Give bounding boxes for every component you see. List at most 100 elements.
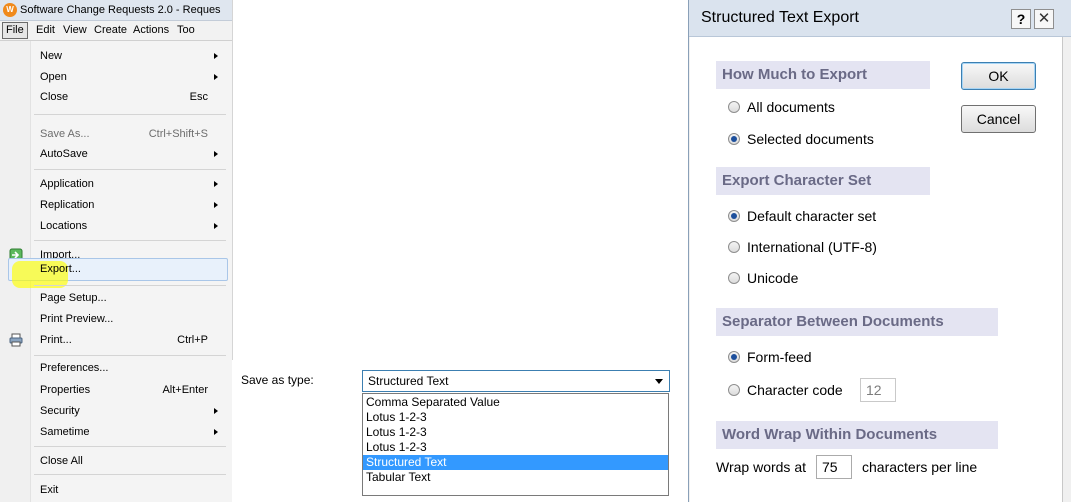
- chevron-down-icon[interactable]: [655, 379, 663, 384]
- dialog-body: How Much to Export All documents Selecte…: [690, 37, 1063, 502]
- menu-tools[interactable]: Too: [174, 21, 198, 40]
- section-export-character-set: Export Character Set: [716, 167, 930, 195]
- menu-item-close-all[interactable]: Close All: [0, 452, 228, 470]
- save-as-type-panel: Save as type: Structured Text Comma Sepa…: [232, 360, 678, 502]
- option-lotus-123[interactable]: Lotus 1-2-3: [363, 410, 668, 425]
- menu-item-properties[interactable]: Properties Alt+Enter: [0, 381, 228, 399]
- menu-item-close[interactable]: Close Esc: [0, 88, 228, 106]
- character-code-input[interactable]: 12: [860, 378, 896, 402]
- menu-item-page-setup[interactable]: Page Setup...: [0, 289, 228, 307]
- menu-item-new[interactable]: New: [0, 47, 228, 65]
- menu-item-label: Replication: [40, 199, 95, 211]
- menu-item-print-preview[interactable]: Print Preview...: [0, 310, 228, 328]
- radio-label: Unicode: [747, 270, 799, 286]
- menu-item-shortcut: Ctrl+Shift+S: [148, 128, 208, 140]
- radio-circle[interactable]: [728, 101, 740, 113]
- menu-create[interactable]: Create: [91, 21, 130, 40]
- option-comma-separated-value[interactable]: Comma Separated Value: [363, 395, 668, 410]
- section-word-wrap: Word Wrap Within Documents: [716, 421, 998, 449]
- menu-separator: [34, 446, 226, 447]
- menu-item-application[interactable]: Application: [0, 175, 228, 193]
- menu-view[interactable]: View: [60, 21, 90, 40]
- submenu-arrow-icon: [214, 53, 218, 59]
- menu-separator: [34, 114, 226, 115]
- notes-app-window: W Software Change Requests 2.0 - Reques …: [0, 0, 233, 502]
- menu-item-label: Print...: [40, 334, 72, 346]
- radio-label: International (UTF-8): [747, 239, 877, 255]
- menu-item-shortcut: Alt+Enter: [162, 384, 208, 396]
- submenu-arrow-icon: [214, 429, 218, 435]
- radio-circle[interactable]: [728, 351, 740, 363]
- menu-actions[interactable]: Actions: [130, 21, 172, 40]
- menu-separator: [34, 169, 226, 170]
- menu-item-label: Close: [40, 91, 69, 103]
- close-icon[interactable]: ✕: [1034, 9, 1054, 29]
- menu-item-label: Page Setup...: [40, 292, 107, 304]
- menu-item-exit[interactable]: Exit: [0, 481, 228, 499]
- help-button[interactable]: ?: [1011, 9, 1031, 29]
- save-as-type-options-list: Comma Separated Value Lotus 1-2-3 Lotus …: [362, 393, 669, 496]
- save-as-type-label: Save as type:: [241, 373, 314, 387]
- menu-file[interactable]: File: [2, 22, 28, 39]
- option-tabular-text[interactable]: Tabular Text: [363, 470, 668, 485]
- menu-item-open[interactable]: Open: [0, 68, 228, 86]
- radio-circle[interactable]: [728, 272, 740, 284]
- title-bar: W Software Change Requests 2.0 - Reques: [0, 0, 232, 21]
- menu-item-security[interactable]: Security: [0, 402, 228, 420]
- submenu-arrow-icon: [214, 223, 218, 229]
- section-how-much-to-export: How Much to Export: [716, 61, 930, 89]
- menu-item-print[interactable]: Print... Ctrl+P: [0, 331, 228, 349]
- menu-item-shortcut: Ctrl+P: [177, 334, 208, 346]
- dialog-title-bar: Structured Text Export ? ✕: [689, 0, 1071, 37]
- menu-item-preferences[interactable]: Preferences...: [0, 359, 228, 377]
- menu-edit[interactable]: Edit: [33, 21, 58, 40]
- window-title: Software Change Requests 2.0 - Reques: [20, 4, 221, 16]
- menu-item-label: Close All: [40, 455, 83, 467]
- menu-item-sametime[interactable]: Sametime: [0, 423, 228, 441]
- option-structured-text[interactable]: Structured Text: [363, 455, 668, 470]
- structured-text-export-dialog: Structured Text Export ? ✕ How Much to E…: [688, 0, 1071, 502]
- radio-label: All documents: [747, 99, 835, 115]
- menu-item-autosave[interactable]: AutoSave: [0, 145, 228, 163]
- submenu-arrow-icon: [214, 202, 218, 208]
- menu-item-label: Application: [40, 178, 94, 190]
- radio-circle[interactable]: [728, 133, 740, 145]
- ok-button[interactable]: OK: [961, 62, 1036, 90]
- radio-label: Form-feed: [747, 349, 812, 365]
- radio-label: Selected documents: [747, 131, 874, 147]
- printer-icon: [9, 333, 23, 347]
- selected-value: Structured Text: [368, 374, 449, 388]
- menu-item-label: Sametime: [40, 426, 90, 438]
- option-lotus-123[interactable]: Lotus 1-2-3: [363, 425, 668, 440]
- cancel-button[interactable]: Cancel: [961, 105, 1036, 133]
- menu-item-replication[interactable]: Replication: [0, 196, 228, 214]
- wrap-words-label: Wrap words at: [716, 459, 806, 475]
- menu-item-label: Exit: [40, 484, 59, 496]
- menu-item-export[interactable]: Export...: [0, 260, 228, 278]
- app-logo-icon: W: [3, 3, 17, 17]
- menu-item-save-as[interactable]: Save As... Ctrl+Shift+S: [0, 125, 228, 143]
- radio-circle[interactable]: [728, 210, 740, 222]
- radio-circle[interactable]: [728, 384, 740, 396]
- menu-separator: [34, 355, 226, 356]
- save-as-type-select[interactable]: Structured Text: [362, 370, 670, 392]
- menu-item-label: Preferences...: [40, 362, 109, 374]
- menu-bar: File Edit View Create Actions Too: [0, 21, 232, 41]
- section-separator-between-documents: Separator Between Documents: [716, 308, 998, 336]
- menu-separator: [34, 474, 226, 475]
- menu-item-label: Properties: [40, 384, 91, 396]
- submenu-arrow-icon: [214, 408, 218, 414]
- dialog-title: Structured Text Export: [701, 9, 859, 26]
- radio-circle[interactable]: [728, 241, 740, 253]
- submenu-arrow-icon: [214, 151, 218, 157]
- option-lotus-123[interactable]: Lotus 1-2-3: [363, 440, 668, 455]
- menu-item-label: Save As...: [40, 128, 90, 140]
- wrap-width-input[interactable]: 75: [816, 455, 852, 479]
- menu-separator: [34, 240, 226, 241]
- menu-item-locations[interactable]: Locations: [0, 217, 228, 235]
- submenu-arrow-icon: [214, 74, 218, 80]
- submenu-arrow-icon: [214, 181, 218, 187]
- menu-item-label: Open: [40, 71, 67, 83]
- radio-label: Character code: [747, 382, 843, 398]
- menu-item-label: Locations: [40, 220, 88, 232]
